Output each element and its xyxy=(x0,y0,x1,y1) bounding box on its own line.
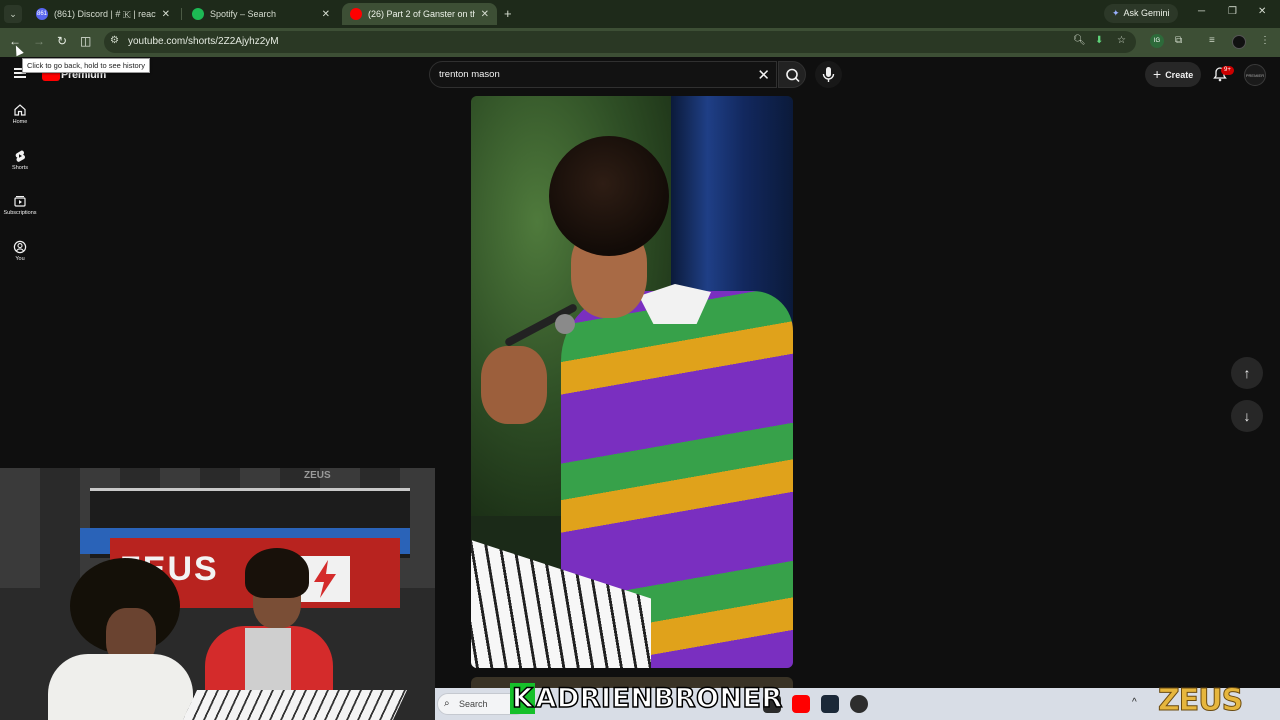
ask-gemini-button[interactable]: ✦ Ask Gemini xyxy=(1104,4,1178,23)
close-tab-icon[interactable]: ✕ xyxy=(481,9,489,20)
profile-avatar[interactable] xyxy=(1232,35,1246,49)
guide-item-home[interactable]: Home xyxy=(0,103,40,125)
guide-item-subscriptions[interactable]: Subscriptions xyxy=(0,194,40,216)
kadrien-rest: ADRIENBRONER xyxy=(535,683,783,715)
split-view-icon[interactable]: ◫ xyxy=(80,34,91,48)
webcam-keyboard-keys xyxy=(183,690,407,720)
arrow-up-icon: ↑ xyxy=(1243,365,1251,381)
guide-label-subscriptions: Subscriptions xyxy=(3,210,37,216)
taskbar-youtube-icon[interactable] xyxy=(792,695,810,713)
back-button-tooltip: Click to go back, hold to see history xyxy=(22,58,150,73)
tray-overflow-icon[interactable]: ^ xyxy=(1132,697,1137,708)
ask-gemini-label: Ask Gemini xyxy=(1123,8,1170,18)
tab-discord[interactable]: 861 (861) Discord | # 🇰 | reactions ✕ xyxy=(28,3,178,25)
webcam-wall-logo: ZEUS xyxy=(304,470,331,481)
reload-button[interactable]: ↻ xyxy=(57,34,67,48)
search-query-text: trenton mason xyxy=(439,69,500,80)
forward-button[interactable]: → xyxy=(33,34,45,48)
youtube-favicon-icon xyxy=(350,8,362,20)
tab-search-button[interactable]: ⌄ xyxy=(4,5,22,23)
webcam-streamer-left xyxy=(48,558,198,720)
extensions-puzzle-icon[interactable]: ⧉ xyxy=(1175,35,1182,46)
site-info-icon[interactable]: ⚙ xyxy=(110,35,119,46)
browser-toolbar: ← → ↻ ◫ ⚙ youtube.com/shorts/2Z2Ajyhz2yM… xyxy=(0,28,1280,57)
taskbar-search-label: Search xyxy=(459,699,488,709)
guide-item-shorts[interactable]: Shorts xyxy=(0,149,40,171)
create-button[interactable]: + Create xyxy=(1145,62,1201,87)
spotify-favicon-icon xyxy=(192,8,204,20)
discord-favicon-icon: 861 xyxy=(36,8,48,20)
account-avatar[interactable]: PREMIER xyxy=(1244,64,1266,86)
video-performer-hair xyxy=(549,136,669,256)
home-icon xyxy=(14,104,26,116)
arrow-down-icon: ↓ xyxy=(1243,408,1251,424)
browser-tabstrip: ⌄ 861 (861) Discord | # 🇰 | reactions ✕ … xyxy=(0,0,1280,28)
streamer-webcam-overlay: ZEUS ZEUS xyxy=(0,468,435,720)
streamer-left-shirt xyxy=(48,654,193,720)
address-bar[interactable]: ⚙ youtube.com/shorts/2Z2Ajyhz2yM 🔍︎ ⬇ ☆ xyxy=(104,31,1136,53)
restore-window-icon[interactable]: ❐ xyxy=(1228,6,1237,17)
search-icon: ⌕ xyxy=(444,698,450,709)
create-label: Create xyxy=(1165,70,1194,80)
tab-divider xyxy=(181,8,182,20)
plus-icon: + xyxy=(1153,66,1162,82)
shorts-video-player[interactable] xyxy=(471,96,793,668)
previous-short-button[interactable]: ↑ xyxy=(1231,357,1263,389)
close-tab-icon[interactable]: ✕ xyxy=(162,9,170,20)
close-tab-icon[interactable]: ✕ xyxy=(322,9,330,20)
zoom-icon[interactable]: 🔍︎ xyxy=(1073,35,1086,46)
kadrienbroner-overlay-text: KADRIENBRONER xyxy=(510,683,783,715)
extension-badge-icon[interactable]: IG xyxy=(1150,34,1164,48)
minimize-window-icon[interactable]: ─ xyxy=(1198,6,1205,17)
taskbar-app-icon[interactable] xyxy=(850,695,868,713)
zeus-watermark-logo: ZEUS xyxy=(1157,683,1243,718)
guide-label-home: Home xyxy=(12,119,28,125)
subscriptions-icon xyxy=(14,196,26,207)
shorts-icon xyxy=(15,150,25,162)
next-short-button[interactable]: ↓ xyxy=(1231,400,1263,432)
voice-search-button[interactable] xyxy=(815,61,842,88)
streamer-right-hair xyxy=(245,548,309,598)
you-icon xyxy=(13,240,27,254)
tab-spotify[interactable]: Spotify – Search ✕ xyxy=(184,3,338,25)
tab-title: (861) Discord | # 🇰 | reactions xyxy=(54,8,156,19)
url-text: youtube.com/shorts/2Z2Ajyhz2yM xyxy=(128,36,279,47)
guide-label-shorts: Shorts xyxy=(12,165,28,171)
notification-count-badge: 9+ xyxy=(1221,66,1234,75)
close-window-icon[interactable]: ✕ xyxy=(1258,6,1266,17)
tab-youtube-active[interactable]: (26) Part 2 of Ganster on the In ✕ xyxy=(342,3,497,25)
video-performer-hand xyxy=(481,346,547,424)
bookmark-star-icon[interactable]: ☆ xyxy=(1117,35,1126,46)
browser-menu-icon[interactable]: ⋮ xyxy=(1260,35,1270,46)
video-microphone-icon xyxy=(555,314,575,334)
gemini-sparkle-icon: ✦ xyxy=(1112,8,1120,18)
tab-title: Spotify – Search xyxy=(210,9,277,19)
guide-label-you: You xyxy=(15,256,25,262)
tab-title: (26) Part 2 of Ganster on the In xyxy=(368,9,475,19)
search-button[interactable] xyxy=(778,61,806,88)
search-icon xyxy=(786,68,800,83)
new-tab-button[interactable]: + xyxy=(504,6,512,21)
guide-item-you[interactable]: You xyxy=(0,240,40,262)
search-input[interactable]: trenton mason ✕ xyxy=(429,61,777,88)
microphone-icon xyxy=(822,67,835,82)
install-app-icon[interactable]: ⬇ xyxy=(1095,35,1103,46)
kadrien-initial: K xyxy=(510,683,536,714)
media-controls-icon[interactable]: ≡ xyxy=(1209,35,1215,46)
clear-search-icon[interactable]: ✕ xyxy=(757,66,770,84)
taskbar-steam-icon[interactable] xyxy=(821,695,839,713)
